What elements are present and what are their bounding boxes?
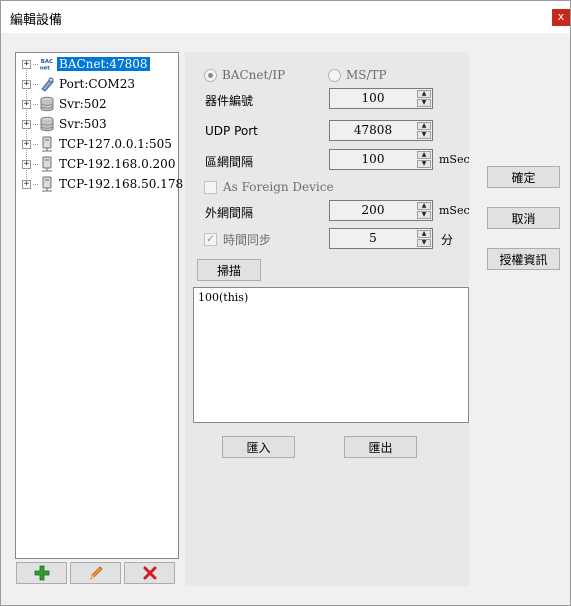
export-button[interactable]: 匯出 — [344, 436, 417, 458]
expand-icon[interactable]: + — [22, 139, 31, 149]
tree-item-svr502[interactable]: + Svr:502 — [22, 95, 109, 113]
spin-up-icon[interactable]: ▲ — [417, 151, 431, 159]
spin-up-icon[interactable]: ▲ — [417, 90, 431, 98]
spin-down-icon[interactable]: ▼ — [417, 239, 431, 247]
local-interval-spinner[interactable]: 100 ▲ ▼ — [329, 149, 433, 170]
svg-text:net: net — [40, 65, 50, 71]
import-button[interactable]: 匯入 — [222, 436, 295, 458]
expand-icon[interactable]: + — [22, 99, 31, 109]
tree-item-label: TCP-192.168.50.178 — [59, 177, 184, 191]
spin-up-icon[interactable]: ▲ — [417, 230, 431, 238]
edit-device-button[interactable] — [70, 562, 121, 584]
local-interval-unit: mSec — [439, 153, 470, 166]
network-device-icon — [39, 176, 55, 192]
time-sync-unit: 分 — [441, 233, 454, 247]
svg-text:BAC: BAC — [41, 59, 53, 65]
network-device-icon — [39, 136, 55, 152]
serial-port-icon — [39, 76, 55, 92]
expand-icon[interactable]: + — [22, 119, 31, 129]
tree-item-tcp-127[interactable]: + TCP-127.0.0.1:505 — [22, 135, 174, 153]
scan-button[interactable]: 掃描 — [197, 259, 261, 281]
ok-button[interactable]: 確定 — [487, 166, 560, 188]
remote-interval-spinner[interactable]: 200 ▲ ▼ — [329, 200, 433, 221]
radio-bacnet-ip[interactable]: BACnet/IP — [204, 68, 285, 82]
remote-interval-label: 外網間隔 — [205, 206, 254, 220]
device-id-label: 器件編號 — [205, 94, 254, 108]
spinner-value: 100 — [361, 91, 385, 105]
delete-device-button[interactable] — [124, 562, 175, 584]
cancel-button[interactable]: 取消 — [487, 207, 560, 229]
delete-x-icon — [143, 566, 156, 580]
spin-up-icon[interactable]: ▲ — [417, 202, 431, 210]
tree-item-svr503[interactable]: + Svr:503 — [22, 115, 109, 133]
tree-item-bacnet[interactable]: + BAC net BACnet:47808 — [22, 55, 150, 73]
expand-icon[interactable]: + — [22, 179, 31, 189]
expand-icon[interactable]: + — [22, 59, 31, 69]
tree-item-label: BACnet:47808 — [57, 57, 150, 71]
spinner-value: 100 — [361, 152, 385, 166]
tree-item-label: Port:COM23 — [59, 77, 135, 91]
spinner-value: 5 — [369, 231, 377, 245]
scan-results-list[interactable]: 100(this) — [193, 287, 469, 423]
remote-interval-unit: mSec — [439, 204, 470, 217]
time-sync-checkbox[interactable]: ✓ 時間同步 — [204, 231, 271, 248]
checkbox-label: 時間同步 — [223, 233, 272, 247]
spinner-value: 47808 — [353, 123, 393, 137]
device-id-spinner[interactable]: 100 ▲ ▼ — [329, 88, 433, 109]
list-item[interactable]: 100(this) — [198, 291, 248, 304]
title-bar: 編輯設備 x — [1, 1, 570, 33]
add-device-button[interactable] — [16, 562, 67, 584]
pencil-icon — [89, 566, 103, 580]
bacnet-icon: BAC net — [39, 56, 55, 72]
tree-item-port[interactable]: + Port:COM23 — [22, 75, 137, 93]
expand-icon[interactable]: + — [22, 79, 31, 89]
spinner-value: 200 — [361, 203, 385, 217]
window-title: 編輯設備 — [10, 13, 63, 28]
spin-down-icon[interactable]: ▼ — [417, 211, 431, 219]
checkmark-icon: ✓ — [204, 233, 217, 246]
spin-down-icon[interactable]: ▼ — [417, 131, 431, 139]
tree-item-label: TCP-192.168.0.200 — [59, 157, 176, 171]
udp-port-label: UDP Port — [205, 124, 258, 138]
tree-item-label: Svr:502 — [59, 97, 107, 111]
local-interval-label: 區網間隔 — [205, 155, 254, 169]
license-info-button[interactable]: 授權資訊 — [487, 248, 560, 270]
edit-device-dialog: 編輯設備 x + BAC net BACnet:47808 + Port:COM2… — [0, 0, 571, 606]
device-tree[interactable]: + BAC net BACnet:47808 + Port:COM23 + Svr… — [15, 52, 183, 559]
radio-label: BACnet/IP — [222, 68, 286, 82]
time-sync-spinner[interactable]: 5 ▲ ▼ — [329, 228, 433, 249]
tree-item-label: TCP-127.0.0.1:505 — [59, 137, 172, 151]
expand-icon[interactable]: + — [22, 159, 31, 169]
radio-label: MS/TP — [346, 68, 387, 82]
spin-down-icon[interactable]: ▼ — [417, 160, 431, 168]
plus-icon — [34, 565, 49, 581]
database-icon — [39, 96, 55, 112]
spin-up-icon[interactable]: ▲ — [417, 122, 431, 130]
tree-item-tcp-192-0-200[interactable]: + TCP-192.168.0.200 — [22, 155, 177, 173]
close-button[interactable]: x — [552, 9, 570, 26]
network-device-icon — [39, 156, 55, 172]
foreign-device-checkbox[interactable]: As Foreign Device — [204, 180, 334, 194]
radio-ms-tp[interactable]: MS/TP — [328, 68, 387, 82]
spin-down-icon[interactable]: ▼ — [417, 99, 431, 107]
database-icon — [39, 116, 55, 132]
tree-item-label: Svr:503 — [59, 117, 107, 131]
udp-port-spinner[interactable]: 47808 ▲ ▼ — [329, 120, 433, 141]
checkbox-label: As Foreign Device — [223, 180, 334, 194]
tree-item-tcp-192-50-178[interactable]: + TCP-192.168.50.178 — [22, 175, 185, 193]
